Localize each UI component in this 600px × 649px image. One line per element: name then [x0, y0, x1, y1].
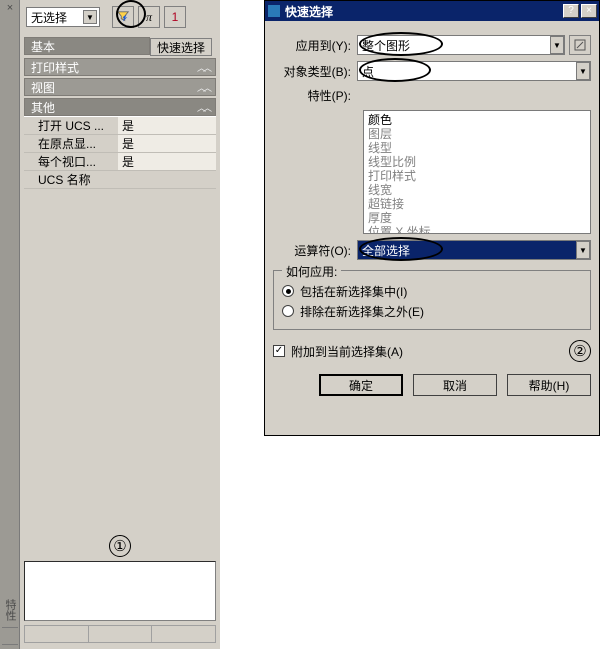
prop-key: 每个视口...: [24, 153, 118, 170]
object-type-dropdown[interactable]: 点 ▼: [357, 61, 591, 81]
radio-icon: [282, 285, 294, 297]
list-item[interactable]: 厚度: [368, 211, 586, 225]
category-print-label: 打印样式: [31, 59, 79, 76]
apply-to-dropdown[interactable]: 整个图形 ▼: [357, 35, 565, 55]
footer-cell: [152, 626, 215, 642]
palette-body: 无选择 ▼ π 1 基本 快速选择 打印样式 ︿︿: [20, 0, 220, 649]
properties-label: 特性(P):: [273, 87, 357, 104]
pick-add-button[interactable]: π: [138, 6, 160, 28]
append-checkbox-label: 附加到当前选择集(A): [291, 343, 403, 360]
object-type-row: 对象类型(B): 点 ▼: [273, 61, 591, 81]
annotation-badge-1: ①: [109, 535, 131, 557]
prop-key: UCS 名称: [24, 171, 118, 188]
apply-to-label: 应用到(Y):: [273, 37, 357, 54]
chevron-up-icon: ︿︿: [197, 61, 209, 74]
category-basic-label: 基本: [31, 38, 55, 55]
include-radio-label: 包括在新选择集中(I): [300, 283, 407, 300]
list-item[interactable]: 打印样式: [368, 169, 586, 183]
ok-button[interactable]: 确定: [319, 374, 403, 396]
dialog-titlebar[interactable]: 快速选择 ? ×: [265, 1, 599, 21]
list-item[interactable]: 线宽: [368, 183, 586, 197]
palette-close-icon[interactable]: ×: [2, 2, 18, 14]
palette-title-vertical: 特性: [2, 599, 18, 621]
funnel-lightning-icon: [116, 10, 130, 24]
list-item[interactable]: 线型比例: [368, 155, 586, 169]
prop-key: 在原点显...: [24, 135, 118, 152]
table-row[interactable]: UCS 名称: [24, 171, 216, 189]
palette-footer-bar: [24, 625, 216, 643]
annotation-badge-2: ②: [569, 340, 591, 362]
prop-val[interactable]: 是: [118, 153, 216, 170]
footer-cell: [89, 626, 153, 642]
footer-cell: [25, 626, 89, 642]
list-item[interactable]: 图层: [368, 127, 586, 141]
apply-to-value: 整个图形: [362, 37, 410, 54]
table-row[interactable]: 每个视口... 是: [24, 153, 216, 171]
prop-val[interactable]: 是: [118, 135, 216, 152]
properties-listbox[interactable]: 颜色 图层 线型 线型比例 打印样式 线宽 超链接 厚度 位置 X 坐标 位置 …: [363, 110, 591, 234]
list-item[interactable]: 位置 X 坐标: [368, 225, 586, 234]
prop-val[interactable]: 是: [118, 117, 216, 134]
chevron-up-icon: ︿︿: [197, 81, 209, 94]
selection-dropdown[interactable]: 无选择 ▼: [26, 7, 100, 27]
operator-row: 运算符(O): 全部选择 ▼: [273, 240, 591, 260]
quick-select-button[interactable]: [112, 6, 134, 28]
operator-value: 全部选择: [362, 242, 410, 259]
table-row[interactable]: 在原点显... 是: [24, 135, 216, 153]
list-item[interactable]: 颜色: [368, 113, 586, 127]
palette-drag-handle[interactable]: [2, 627, 18, 645]
chevron-down-icon: ▼: [576, 62, 590, 80]
apply-to-row: 应用到(Y): 整个图形 ▼: [273, 35, 591, 55]
properties-row: 特性(P):: [273, 87, 591, 104]
operator-dropdown[interactable]: 全部选择 ▼: [357, 240, 591, 260]
properties-palette: × 特性 无选择 ▼ π 1 基本: [0, 0, 220, 649]
cancel-button[interactable]: 取消: [413, 374, 497, 396]
object-type-label: 对象类型(B):: [273, 63, 357, 80]
prop-key: 打开 UCS ...: [24, 117, 118, 134]
pick-icon: [574, 39, 586, 51]
help-button[interactable]: 帮助(H): [507, 374, 591, 396]
palette-gutter[interactable]: × 特性: [0, 0, 20, 649]
category-view[interactable]: 视图 ︿︿: [24, 78, 216, 96]
chevron-down-icon: ▼: [550, 36, 564, 54]
exclude-radio-label: 排除在新选择集之外(E): [300, 303, 424, 320]
category-basic[interactable]: 基本: [24, 37, 150, 55]
dialog-title: 快速选择: [285, 3, 561, 20]
how-apply-title: 如何应用:: [282, 263, 341, 280]
quick-select-pill[interactable]: 快速选择: [150, 38, 212, 56]
select-objects-button[interactable]: [569, 35, 591, 55]
category-print[interactable]: 打印样式 ︿︿: [24, 58, 216, 76]
table-row[interactable]: 打开 UCS ... 是: [24, 117, 216, 135]
category-misc-label: 其他: [31, 99, 55, 116]
toggle-pickadd-button[interactable]: 1: [164, 6, 186, 28]
palette-toolbar: 无选择 ▼ π 1: [20, 0, 220, 34]
quick-select-dialog: 快速选择 ? × 应用到(Y): 整个图形 ▼ 对象类型(B): 点 ▼ 特性(…: [264, 0, 600, 436]
include-radio-row[interactable]: 包括在新选择集中(I): [282, 281, 582, 301]
category-misc[interactable]: 其他 ︿︿: [24, 98, 216, 116]
chevron-down-icon: ▼: [576, 241, 590, 259]
dialog-app-icon: [267, 4, 281, 18]
checkbox-icon: ✓: [273, 345, 285, 357]
list-item[interactable]: 线型: [368, 141, 586, 155]
titlebar-help-button[interactable]: ?: [563, 4, 579, 18]
operator-label: 运算符(O):: [273, 242, 357, 259]
dialog-button-row: 确定 取消 帮助(H): [273, 374, 591, 396]
radio-icon: [282, 305, 294, 317]
dialog-body: 应用到(Y): 整个图形 ▼ 对象类型(B): 点 ▼ 特性(P): 颜色 图层: [265, 21, 599, 404]
list-item[interactable]: 超链接: [368, 197, 586, 211]
chevron-up-icon: ︿︿: [197, 101, 209, 114]
category-view-label: 视图: [31, 79, 55, 96]
palette-output-area[interactable]: [24, 561, 216, 621]
selection-value: 无选择: [31, 9, 67, 26]
object-type-value: 点: [362, 63, 374, 80]
append-checkbox-row[interactable]: ✓ 附加到当前选择集(A) ②: [273, 340, 591, 362]
chevron-down-icon: ▼: [83, 10, 97, 24]
exclude-radio-row[interactable]: 排除在新选择集之外(E): [282, 301, 582, 321]
titlebar-close-button[interactable]: ×: [581, 4, 597, 18]
how-apply-group: 如何应用: 包括在新选择集中(I) 排除在新选择集之外(E): [273, 270, 591, 330]
misc-prop-table: 打开 UCS ... 是 在原点显... 是 每个视口... 是 UCS 名称: [24, 116, 216, 189]
